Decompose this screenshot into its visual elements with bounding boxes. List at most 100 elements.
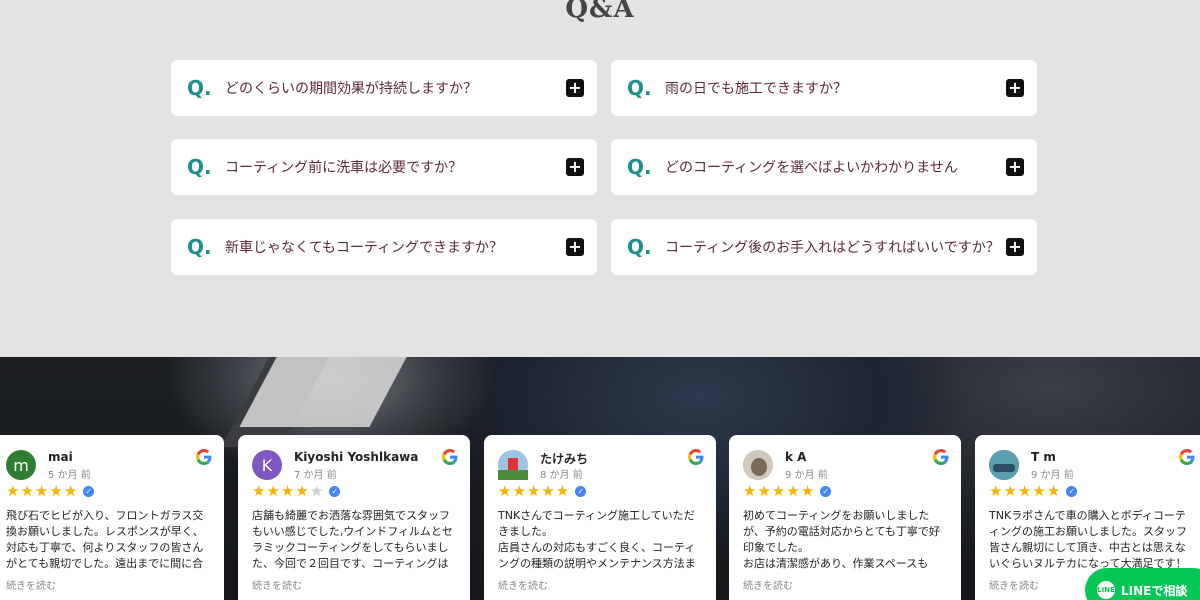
star-icon: ★	[34, 482, 49, 500]
star-rating: ★ ★ ★ ★ ★ ✓	[498, 482, 587, 500]
star-icon: ★	[266, 482, 280, 500]
line-icon: LINE	[1097, 581, 1115, 599]
qa-question-text: コーティング前に洗車は必要ですか？	[225, 160, 463, 176]
star-icon: ★	[498, 482, 512, 500]
star-icon: ★	[1046, 482, 1061, 500]
read-more-link[interactable]: 続きを読む	[6, 577, 56, 592]
star-icon: ★	[541, 482, 555, 500]
star-icon: ★	[526, 482, 541, 500]
reviewer-name: mai	[48, 450, 73, 464]
verified-check-icon: ✓	[1066, 486, 1078, 497]
reviewer-name: Kiyoshi Yoshlkawa	[294, 450, 419, 464]
reviewer-name: たけみち	[540, 452, 589, 466]
star-icon: ★	[555, 482, 570, 500]
review-card: K Kiyoshi Yoshlkawa 7 か月 前 ★ ★ ★ ★ ★ ✓ 店舗も綺麗…	[238, 435, 470, 600]
qa-question-text: 新車じゃなくてもコーティングできますか？	[225, 240, 504, 256]
google-g-icon	[688, 449, 704, 465]
verified-check-icon: ✓	[329, 486, 341, 497]
read-more-link[interactable]: 続きを読む	[252, 577, 302, 592]
read-more-link[interactable]: 続きを読む	[743, 577, 793, 592]
qa-question-text: どのコーティングを選べばよいかわかりません	[665, 160, 958, 176]
read-more-link[interactable]: 続きを読む	[989, 577, 1039, 592]
star-icon: ★	[63, 482, 78, 500]
avatar	[989, 450, 1019, 480]
q-mark: Q.	[627, 76, 652, 100]
google-g-icon	[1179, 449, 1195, 465]
review-date: 5 か月 前	[48, 470, 91, 481]
verified-check-icon: ✓	[83, 486, 95, 497]
review-date: 9 か月 前	[785, 470, 828, 481]
star-icon: ★	[786, 482, 800, 500]
star-icon: ★	[512, 482, 526, 500]
star-rating: ★ ★ ★ ★ ★ ✓	[989, 482, 1078, 500]
avatar: m	[6, 450, 36, 480]
q-mark: Q.	[187, 155, 212, 179]
plus-icon[interactable]: +	[566, 79, 584, 97]
plus-icon[interactable]: +	[1006, 238, 1024, 256]
qa-section: Q&A Q. どのくらいの期間効果が持続しますか？ + Q. 雨の日でも施工でき…	[0, 0, 1200, 357]
avatar-photo-icon	[743, 450, 773, 480]
star-icon: ★	[771, 482, 786, 500]
star-icon: ★	[1032, 482, 1046, 500]
review-text: TNKさんでコーティング施工していただきました。 店員さんの対応もすごく良く、コ…	[498, 509, 696, 570]
read-more-link[interactable]: 続きを読む	[498, 577, 548, 592]
qa-question-text: どのくらいの期間効果が持続しますか？	[225, 81, 477, 97]
avatar	[743, 450, 773, 480]
q-mark: Q.	[187, 235, 212, 259]
star-icon: ★	[6, 482, 20, 500]
avatar	[498, 450, 528, 480]
review-text: TNKラボさんで車の購入とボディコーティングの施工お願いしました。スタッフ皆さん…	[989, 509, 1187, 570]
star-icon: ★	[280, 482, 295, 500]
star-icon: ★	[757, 482, 771, 500]
q-mark: Q.	[187, 76, 212, 100]
review-date: 8 か月 前	[540, 470, 583, 481]
verified-check-icon: ✓	[820, 486, 832, 497]
plus-icon[interactable]: +	[566, 158, 584, 176]
review-date: 7 か月 前	[294, 470, 337, 481]
qa-question-text: コーティング後のお手入れはどうすればいいですか？	[665, 240, 1000, 256]
review-card: たけみち 8 か月 前 ★ ★ ★ ★ ★ ✓ TNKさんでコーティング施工していただき…	[484, 435, 716, 600]
review-card: m mai 5 か月 前 ★ ★ ★ ★ ★ ✓ 飛び石でヒビが入り、フロントガラス交換…	[0, 435, 224, 600]
review-text: 初めてコーティングをお願いしましたが、予約の電話対応からとても丁寧で好印象でした…	[743, 509, 940, 570]
plus-icon[interactable]: +	[566, 238, 584, 256]
avatar-photo-icon	[989, 450, 1019, 480]
q-mark: Q.	[627, 155, 652, 179]
reviews-section: m mai 5 か月 前 ★ ★ ★ ★ ★ ✓ 飛び石でヒビが入り、フロントガラス交換…	[0, 357, 1200, 600]
review-text: 店舗も綺麗でお洒落な雰囲気でスタッフもいい感じでした,ウインドフィルムとセラミッ…	[252, 509, 453, 570]
star-icon: ★	[743, 482, 757, 500]
star-empty-icon: ★	[309, 482, 324, 500]
star-icon: ★	[800, 482, 815, 500]
google-g-icon	[196, 449, 212, 465]
qa-question-text: 雨の日でも施工できますか？	[665, 81, 847, 97]
qa-item-5[interactable]: Q. 新車じゃなくてもコーティングできますか？ +	[171, 219, 597, 275]
google-g-icon	[442, 449, 458, 465]
qa-title: Q&A	[565, 0, 635, 24]
star-icon: ★	[989, 482, 1003, 500]
star-icon: ★	[1003, 482, 1017, 500]
star-rating: ★ ★ ★ ★ ★ ✓	[6, 482, 95, 500]
star-rating: ★ ★ ★ ★ ★ ✓	[252, 482, 341, 500]
star-rating: ★ ★ ★ ★ ★ ✓	[743, 482, 832, 500]
reviewer-name: k A	[785, 450, 807, 464]
verified-check-icon: ✓	[575, 486, 587, 497]
review-text: 飛び石でヒビが入り、フロントガラス交換お願いしました。レスポンスが早く、対応も丁…	[6, 509, 204, 570]
qa-item-6[interactable]: Q. コーティング後のお手入れはどうすればいいですか？ +	[611, 219, 1037, 275]
review-card: k A 9 か月 前 ★ ★ ★ ★ ★ ✓ 初めてコーティングをお願いしましたが、予約…	[729, 435, 961, 600]
star-icon: ★	[252, 482, 266, 500]
qa-item-4[interactable]: Q. どのコーティングを選べばよいかわかりません +	[611, 139, 1037, 195]
qa-item-3[interactable]: Q. コーティング前に洗車は必要ですか？ +	[171, 139, 597, 195]
qa-item-1[interactable]: Q. どのくらいの期間効果が持続しますか？ +	[171, 60, 597, 116]
avatar-photo-icon	[498, 450, 528, 480]
plus-icon[interactable]: +	[1006, 79, 1024, 97]
plus-icon[interactable]: +	[1006, 158, 1024, 176]
star-icon: ★	[20, 482, 34, 500]
line-consult-button[interactable]: LINE LINEで相談	[1085, 568, 1200, 600]
qa-item-2[interactable]: Q. 雨の日でも施工できますか？ +	[611, 60, 1037, 116]
google-g-icon	[933, 449, 949, 465]
avatar: K	[252, 450, 282, 480]
reviewer-name: T m	[1031, 450, 1056, 464]
q-mark: Q.	[627, 235, 652, 259]
star-icon: ★	[295, 482, 309, 500]
line-button-label: LINEで相談	[1121, 583, 1188, 598]
star-icon: ★	[49, 482, 63, 500]
